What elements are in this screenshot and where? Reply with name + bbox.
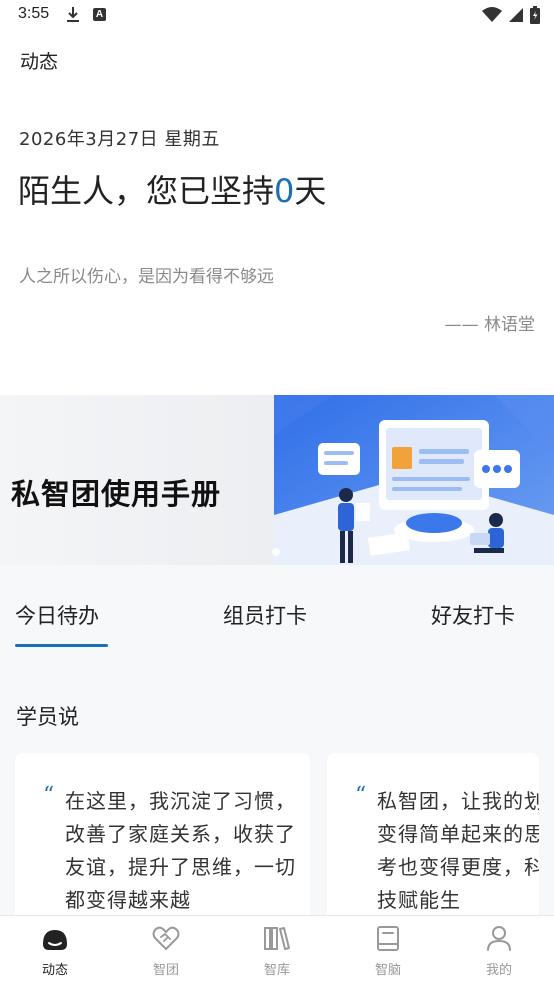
nav-item-brain[interactable]: 智脑 [333,916,443,984]
wifi-icon [482,7,502,22]
nav-label: 智库 [263,963,290,978]
tab-member-checkin[interactable]: 组员打卡 [223,600,307,630]
quote-mark-icon: “ [355,783,367,808]
date-label: 2026年3月27日 星期五 [19,129,220,150]
tab-today-todo[interactable]: 今日待办 [15,600,99,630]
status-time: 3:55 [18,5,50,22]
status-bar: 3:55 A [0,0,554,30]
nav-item-moments[interactable]: 动态 [0,916,110,984]
quote-mark-icon: “ [43,783,55,808]
testimonial-text: 私智团，让我的划变得简单起来的思考也变得更度，科技赋能生 [377,789,539,912]
notebook-icon [377,926,399,951]
handshake-heart-icon [152,926,180,950]
manual-banner[interactable]: 私智团使用手册 [0,395,554,565]
active-tab-indicator [15,644,108,647]
quote-author: —— 林语堂 [444,315,535,335]
download-icon [67,7,79,22]
nav-label: 智团 [152,963,179,978]
status-indicators [482,5,540,25]
nav-item-team[interactable]: 智团 [111,916,221,984]
greeting-prefix: 陌生人，您已坚持 [18,172,275,210]
nav-item-library[interactable]: 智库 [222,916,332,984]
tab-friend-checkin[interactable]: 好友打卡 [431,600,515,630]
streak-greeting: 陌生人，您已坚持0天 [18,166,326,212]
nav-label: 动态 [41,963,68,978]
testimonial-text: 在这里，我沉淀了习惯，改善了家庭关系，收获了友谊，提升了思维，一切都变得越来越 [65,789,296,912]
banner-left-panel: 私智团使用手册 [0,395,274,565]
greeting-suffix: 天 [294,172,327,210]
banner-title: 私智团使用手册 [11,477,222,511]
streak-days: 0 [274,172,295,210]
nav-label: 智脑 [374,963,401,978]
a-badge-icon: A [93,8,106,21]
tab-bar: 今日待办 组员打卡 好友打卡 [0,600,554,650]
signal-icon [509,8,523,22]
nav-item-profile[interactable]: 我的 [444,916,554,984]
daily-quote: 人之所以伤心，是因为看得不够远 [19,267,274,287]
person-icon [487,926,511,951]
page-title: 动态 [20,51,59,73]
battery-icon [530,6,540,24]
testimonials-title: 学员说 [16,705,79,729]
testimonial-card[interactable]: “ 私智团，让我的划变得简单起来的思考也变得更度，科技赋能生 [327,753,539,928]
banner-page-indicator [272,548,280,556]
bottom-nav: 动态 智团 智库 智脑 我的 [0,915,554,984]
bookshelf-icon [264,927,290,950]
moments-icon [43,930,67,950]
nav-label: 我的 [485,963,512,978]
banner-illustration [274,395,554,565]
testimonial-card[interactable]: “ 在这里，我沉淀了习惯，改善了家庭关系，收获了友谊，提升了思维，一切都变得越来… [15,753,310,928]
